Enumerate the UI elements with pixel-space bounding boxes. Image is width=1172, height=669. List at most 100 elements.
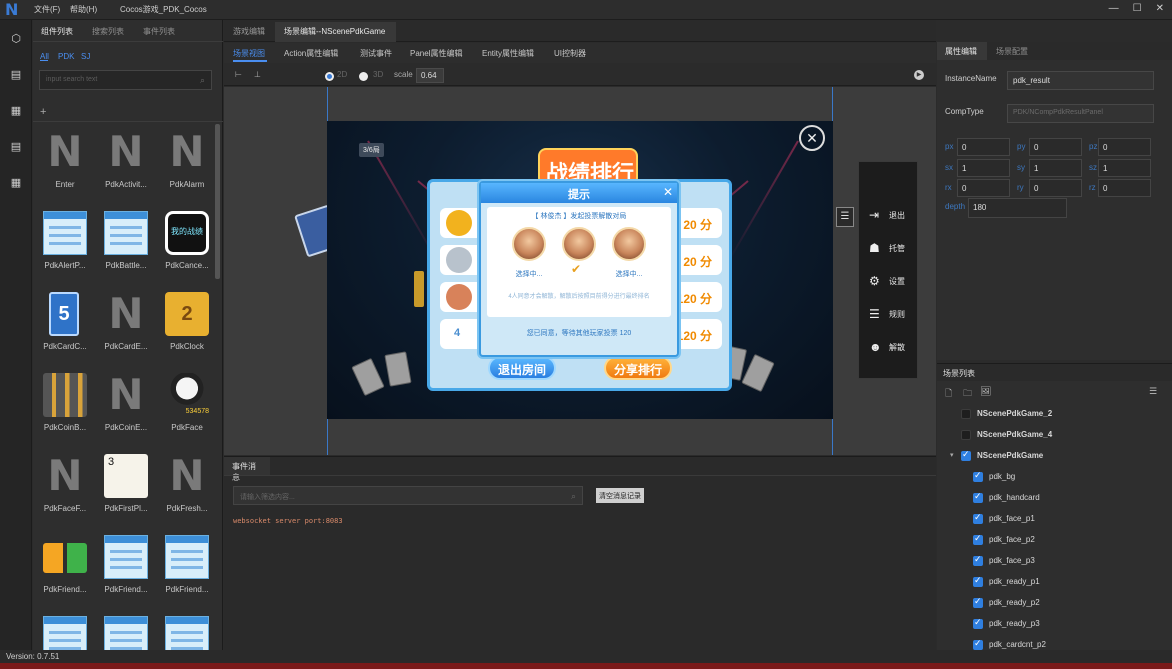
visibility-checkbox[interactable]	[973, 491, 983, 503]
folder-icon[interactable]: 🗀	[963, 386, 972, 402]
tab-game-edit[interactable]: 游戏编辑	[233, 26, 265, 37]
component-label: PdkAlertP...	[44, 261, 86, 270]
tab-entity-props[interactable]: Entity属性编辑	[482, 48, 534, 59]
image-icon[interactable]: 🖼	[980, 386, 991, 397]
expand-arrow-icon[interactable]: ▾	[950, 451, 954, 459]
list-icon[interactable]: ▤	[9, 140, 23, 154]
comp-type-field[interactable]: PDK/NCompPdkResultPanel	[1007, 104, 1154, 123]
component-item[interactable]: 我的战绩 PdkCance...	[157, 211, 213, 291]
component-item[interactable]	[35, 616, 95, 650]
visibility-checkbox[interactable]	[973, 512, 983, 524]
scene-tree-item[interactable]: pdk_bg	[937, 469, 1172, 485]
transform-field[interactable]: 0	[1029, 179, 1082, 197]
transform-field[interactable]: 0	[1098, 179, 1151, 197]
close-icon[interactable]: ✕	[663, 185, 673, 199]
transform-field[interactable]: 1	[957, 159, 1010, 177]
scene-tree-item[interactable]: pdk_face_p1	[937, 511, 1172, 527]
transform-field[interactable]: 0	[957, 179, 1010, 197]
share-rank-button[interactable]: 分享排行	[604, 356, 672, 380]
component-item[interactable]: PdkCoinB...	[35, 373, 95, 453]
grid-icon[interactable]: ▦	[9, 176, 23, 190]
transform-field[interactable]: 0	[1029, 138, 1082, 156]
component-item[interactable]: N PdkCoinE...	[96, 373, 156, 453]
tab-property-edit[interactable]: 属性编辑	[945, 46, 977, 57]
visibility-checkbox[interactable]	[973, 575, 983, 587]
tab-action-props[interactable]: Action属性编辑	[284, 48, 338, 59]
tab-test-event[interactable]: 测试事件	[360, 48, 392, 59]
menu-toggle-icon[interactable]: ☰	[836, 207, 854, 227]
component-item[interactable]: PdkBattle...	[96, 211, 156, 291]
menu-icon[interactable]: ☰	[1149, 386, 1157, 397]
document-icon[interactable]: ▤	[9, 68, 23, 82]
radio-2d[interactable]	[325, 72, 334, 81]
component-label: PdkBattle...	[105, 261, 147, 270]
component-item[interactable]	[157, 616, 213, 650]
scene-tree-item[interactable]: NScenePdkGame_2	[937, 406, 1172, 422]
maximize-button[interactable]: ☐	[1133, 3, 1142, 14]
component-item[interactable]	[96, 616, 156, 650]
component-item[interactable]: PdkFriend...	[96, 535, 156, 615]
close-icon[interactable]: ✕	[799, 125, 825, 151]
component-item[interactable]: N PdkCardE...	[96, 292, 156, 372]
align-center-icon[interactable]: ⊥	[254, 70, 261, 79]
visibility-checkbox[interactable]	[973, 617, 983, 629]
scrollbar[interactable]	[215, 124, 220, 279]
transform-field[interactable]: 1	[1029, 159, 1082, 177]
tab-panel-props[interactable]: Panel属性编辑	[410, 48, 462, 59]
visibility-checkbox[interactable]	[973, 470, 983, 482]
visibility-checkbox[interactable]	[961, 409, 971, 419]
game-scene[interactable]: 3/6局 战绩排行 20 分 20 分 120 分 4 120 分 退出房间 分享排行 …	[327, 121, 833, 419]
cube-icon[interactable]: ⬡	[9, 32, 23, 46]
transform-field[interactable]: 0	[1098, 138, 1151, 156]
grid-icon[interactable]: ▦	[9, 104, 23, 118]
message-filter-input[interactable]: 请输入筛选内容... ⌕	[233, 486, 583, 505]
scene-tree-item[interactable]: ▾ NScenePdkGame	[937, 448, 1172, 464]
component-item[interactable]: 2 PdkClock	[157, 292, 213, 372]
component-item[interactable]: N Enter	[35, 130, 95, 210]
tab-scene-view[interactable]: 场景视图	[233, 48, 265, 59]
component-item[interactable]: N PdkActivit...	[96, 130, 156, 210]
component-item[interactable]: PdkFriend...	[157, 535, 213, 615]
component-item[interactable]: N PdkAlarm	[157, 130, 213, 210]
radio-3d[interactable]	[359, 72, 368, 81]
component-item[interactable]: 534578 PdkFace	[157, 373, 213, 453]
tab-scene-config[interactable]: 场景配置	[996, 46, 1028, 57]
clear-messages-button[interactable]: 清空消息记录	[596, 488, 644, 503]
scene-tree-item[interactable]: NScenePdkGame_4	[937, 427, 1172, 443]
scene-tree-item[interactable]: pdk_ready_p3	[937, 616, 1172, 632]
component-item[interactable]: N PdkFaceF...	[35, 454, 95, 534]
visibility-checkbox[interactable]	[973, 554, 983, 566]
align-left-icon[interactable]: ⊢	[235, 70, 242, 79]
scene-tree-item[interactable]: pdk_ready_p1	[937, 574, 1172, 590]
component-item[interactable]: PdkFriend...	[35, 535, 95, 615]
exit-room-button[interactable]: 退出房间	[488, 356, 556, 380]
depth-field[interactable]: 180	[968, 198, 1067, 218]
scene-tree-item[interactable]: pdk_ready_p2	[937, 595, 1172, 611]
instance-name-field[interactable]: pdk_result	[1007, 71, 1154, 90]
scale-input[interactable]: 0.64	[416, 68, 444, 83]
tab-event-messages[interactable]: 事件消息	[224, 457, 270, 482]
component-item[interactable]: N PdkFresh...	[157, 454, 213, 534]
transform-field[interactable]: 0	[957, 138, 1010, 156]
scene-tree-item[interactable]: pdk_face_p2	[937, 532, 1172, 548]
tab-ui-controller[interactable]: UI控制器	[554, 48, 586, 59]
menu-file[interactable]: 文件(F)	[34, 4, 60, 15]
scene-tree-item[interactable]: pdk_face_p3	[937, 553, 1172, 569]
component-item[interactable]: 5 PdkCardC...	[35, 292, 95, 372]
minimize-button[interactable]: —	[1109, 3, 1119, 14]
component-item[interactable]: ♠3PdkFirstPl...	[96, 454, 156, 534]
visibility-checkbox[interactable]	[961, 449, 971, 461]
tab-scene-edit[interactable]: 场景编辑--NScenePdkGame	[284, 26, 385, 37]
visibility-checkbox[interactable]	[961, 430, 971, 440]
transform-field[interactable]: 1	[1098, 159, 1151, 177]
menu-help[interactable]: 帮助(H)	[70, 4, 97, 15]
new-file-icon[interactable]: 🗋	[945, 386, 952, 402]
close-window-button[interactable]: ✕	[1156, 3, 1164, 14]
play-icon[interactable]: ▶	[914, 70, 924, 80]
scene-tree-item[interactable]: pdk_handcard	[937, 490, 1172, 506]
visibility-checkbox[interactable]	[973, 533, 983, 545]
visibility-checkbox[interactable]	[973, 596, 983, 608]
component-item[interactable]: PdkAlertP...	[35, 211, 95, 291]
scene-viewport[interactable]: 3/6局 战绩排行 20 分 20 分 120 分 4 120 分 退出房间 分享排行 …	[224, 87, 936, 455]
visibility-checkbox[interactable]	[973, 638, 983, 650]
